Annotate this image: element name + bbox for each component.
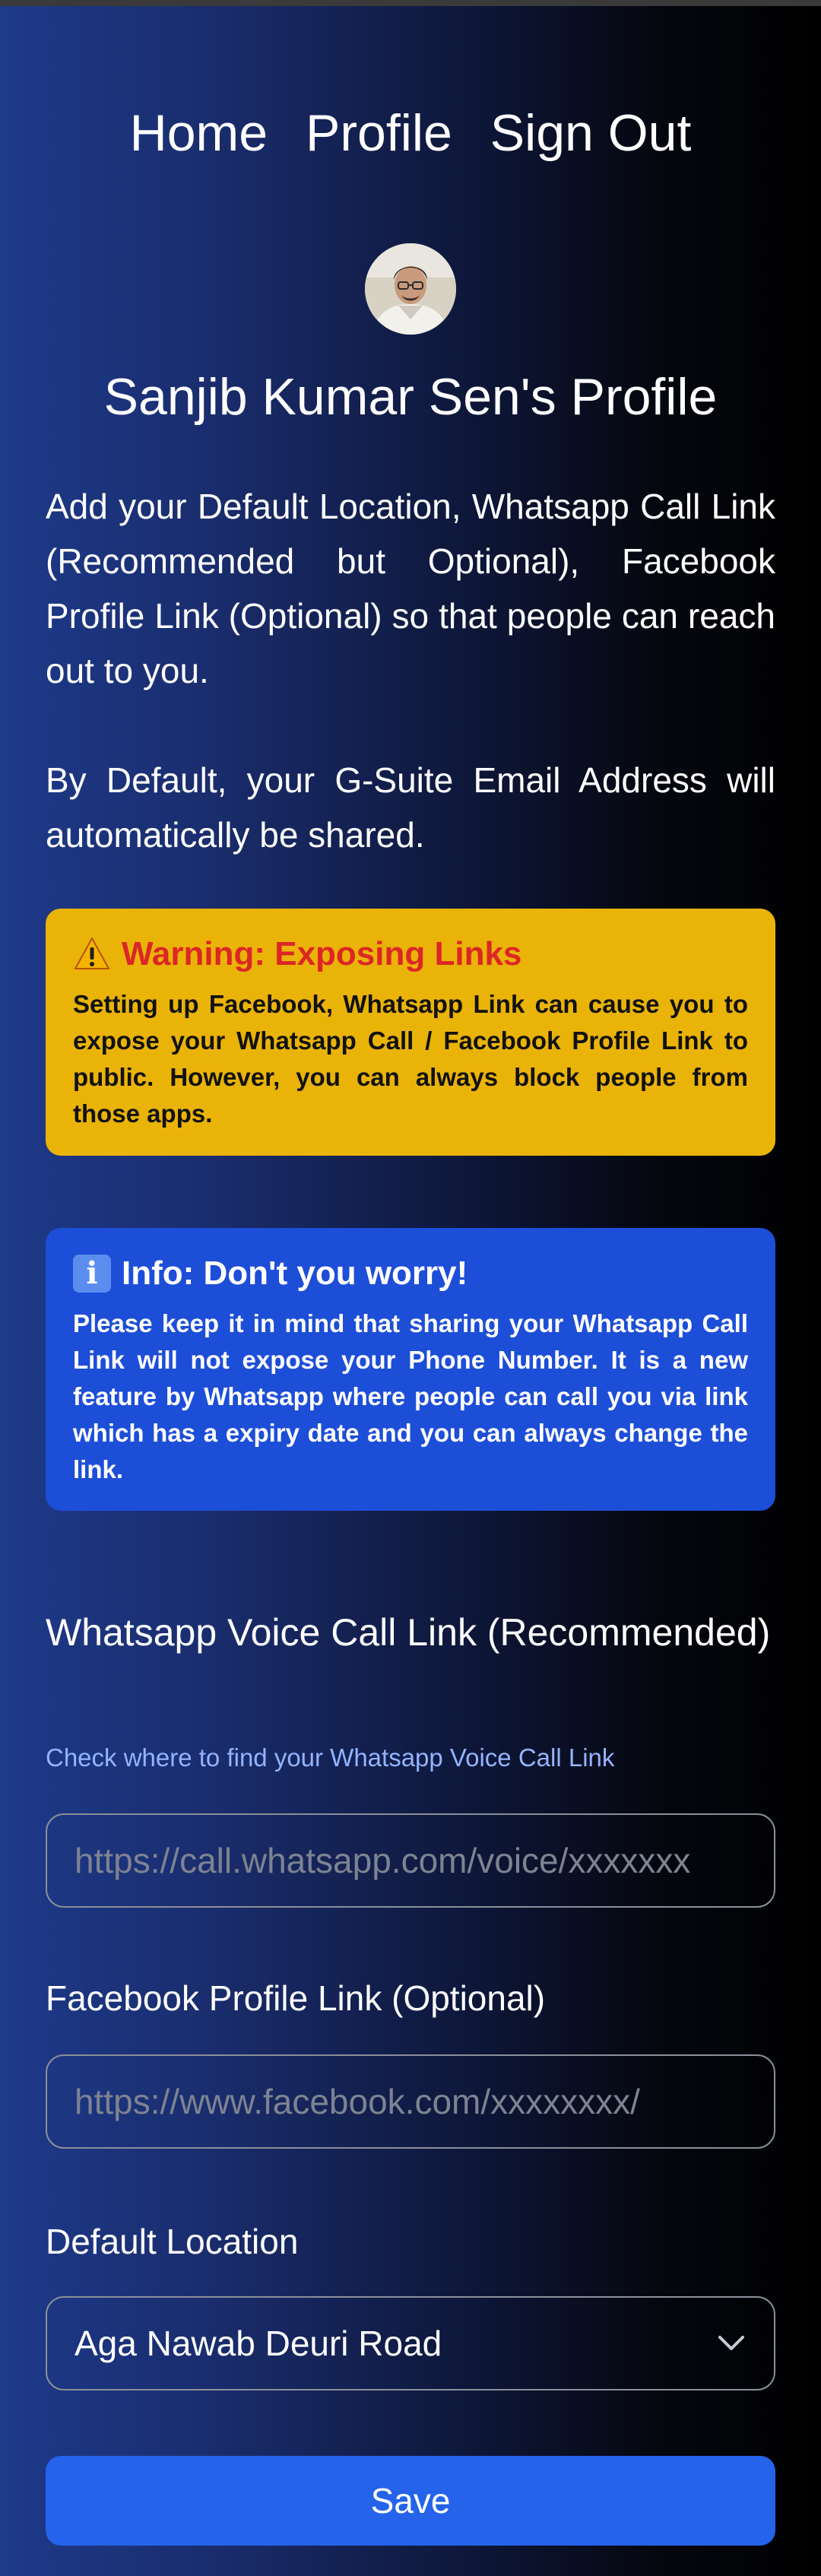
default-location-value: Aga Nawab Deuri Road (74, 2324, 442, 2363)
nav-sign-out-link[interactable]: Sign Out (490, 107, 692, 159)
warning-alert-body: Setting up Facebook, Whatsapp Link can c… (73, 990, 748, 1128)
warning-icon (73, 935, 111, 973)
whatsapp-link-label: Whatsapp Voice Call Link (Recommended) (46, 1611, 771, 1654)
info-alert-body: Please keep it in mind that sharing your… (73, 1309, 748, 1483)
warning-alert: Warning: Exposing Links Setting up Faceb… (46, 909, 775, 1156)
info-icon: i (73, 1255, 111, 1293)
info-alert: i Info: Don't you worry! Please keep it … (46, 1228, 775, 1511)
info-alert-title: Info: Don't you worry! (122, 1255, 468, 1292)
whatsapp-help-link[interactable]: Check where to find your Whatsapp Voice … (46, 1739, 614, 1777)
email-share-note: By Default, your G-Suite Email Address w… (46, 760, 775, 855)
warning-alert-header: Warning: Exposing Links (73, 931, 748, 977)
user-photo-icon (365, 243, 456, 335)
nav-home-link[interactable]: Home (130, 107, 268, 159)
info-alert-header: i Info: Don't you worry! (73, 1251, 748, 1296)
profile-description: Add your Default Location, Whatsapp Call… (46, 487, 775, 690)
top-nav: Home Profile Sign Out (46, 99, 775, 167)
facebook-link-input[interactable] (46, 2054, 775, 2149)
save-button[interactable]: Save (46, 2456, 775, 2546)
chevron-down-icon (716, 2328, 747, 2359)
top-status-strip (0, 0, 821, 6)
avatar (365, 243, 456, 335)
default-location-label: Default Location (46, 2222, 299, 2261)
page-title: Sanjib Kumar Sen's Profile (103, 368, 718, 426)
facebook-link-label: Facebook Profile Link (Optional) (46, 1978, 546, 2018)
whatsapp-link-input[interactable] (46, 1813, 775, 1908)
default-location-select[interactable]: Aga Nawab Deuri Road (46, 2296, 775, 2390)
warning-alert-title: Warning: Exposing Links (122, 935, 522, 972)
nav-profile-link[interactable]: Profile (306, 107, 452, 159)
